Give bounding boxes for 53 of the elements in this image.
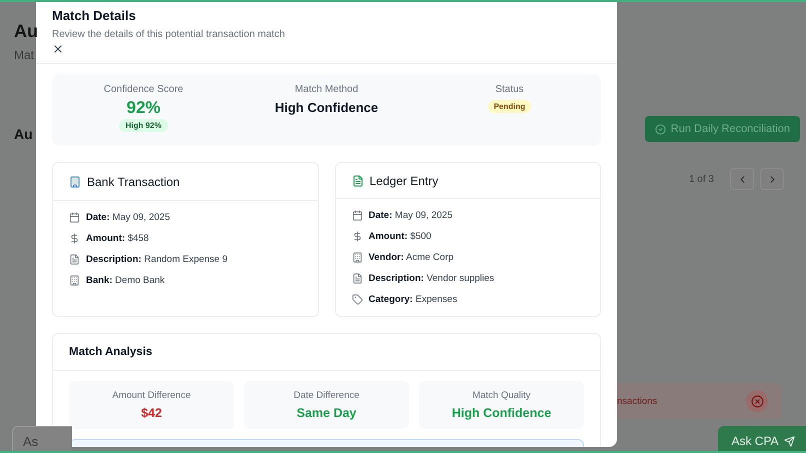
dismiss-button[interactable]	[746, 390, 768, 412]
detail-text: Description: Random Expense 9	[86, 254, 228, 265]
metric-label: Match Quality	[472, 390, 531, 401]
confidence-score: 92%	[126, 98, 161, 118]
building-icon	[69, 176, 81, 188]
dialog-subtitle: Review the details of this potential transaction match	[52, 29, 286, 40]
document-icon	[69, 254, 80, 265]
dialog-title: Match Details	[52, 8, 137, 23]
document-icon	[352, 273, 362, 284]
card-title: Ledger Entry	[370, 174, 438, 188]
metric-label: Amount Difference	[112, 390, 191, 401]
page-subtitle: Mat	[14, 48, 34, 62]
document-icon	[352, 174, 364, 186]
metric-value: Same Day	[296, 406, 356, 420]
status-badge: Pending	[488, 100, 532, 113]
summary-label: Status	[495, 84, 524, 95]
detail-text: Bank: Demo Bank	[86, 275, 165, 286]
alert-text: nsactions	[617, 396, 658, 406]
next-button[interactable]	[760, 168, 784, 190]
section-title: Au	[14, 126, 33, 142]
run-reconciliation-button[interactable]: Run Daily Reconciliation	[644, 116, 800, 142]
detail-text: Date: May 09, 2025	[86, 212, 170, 223]
summary-label: Confidence Score	[104, 84, 184, 95]
dollar-icon	[352, 231, 362, 242]
detail-text: Description: Vendor supplies	[368, 273, 494, 284]
summary-label: Match Method	[294, 84, 358, 95]
detail-text: Amount: $458	[86, 233, 149, 244]
calendar-icon	[69, 212, 80, 223]
building-icon	[69, 275, 80, 286]
detail-text: Vendor: Acme Corp	[368, 252, 454, 263]
send-icon	[784, 436, 795, 446]
metric-value: $42	[141, 406, 162, 420]
check-circle-icon	[654, 124, 666, 134]
card-title: Bank Transaction	[87, 174, 180, 188]
detail-text: Date: May 09, 2025	[368, 210, 452, 221]
metric-label: Date Difference	[294, 390, 360, 401]
detail-text: Category: Expenses	[368, 294, 458, 305]
confidence-badge: High 92%	[119, 119, 168, 132]
close-icon	[52, 43, 64, 55]
card-title: Match Analysis	[69, 346, 152, 358]
pager-text: 1 of 3	[688, 174, 714, 184]
metric-value: High Confidence	[452, 406, 552, 420]
chat-input[interactable]: As	[12, 426, 72, 451]
calendar-icon	[352, 210, 362, 221]
ask-cpa-button[interactable]: Ask CPA	[718, 426, 806, 451]
dollar-icon	[69, 233, 80, 244]
match-method: High Confidence	[274, 100, 378, 115]
tag-icon	[352, 294, 362, 305]
close-circle-icon	[750, 394, 764, 408]
previous-button[interactable]	[730, 168, 754, 190]
close-button[interactable]	[52, 43, 64, 55]
detail-text: Amount: $500	[368, 231, 432, 242]
building-icon	[352, 252, 362, 263]
